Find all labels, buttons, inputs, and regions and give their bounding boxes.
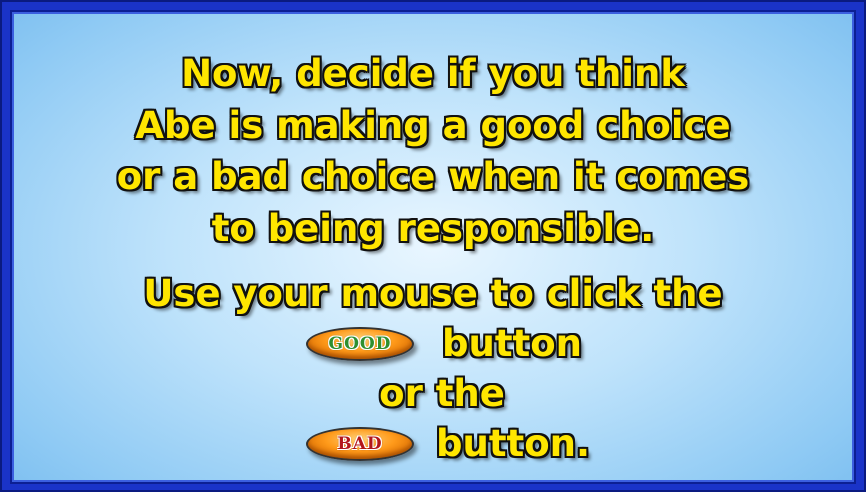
good-button-label: GOOD — [328, 333, 392, 354]
bad-button[interactable]: BAD — [306, 427, 414, 461]
good-button-caption: button — [442, 322, 582, 365]
instruction-line-2: Abe is making a good choice — [135, 104, 731, 147]
instruction-line-1: Now, decide if you think — [181, 52, 685, 95]
click-instruction: Use your mouse to click the — [143, 272, 723, 315]
outer-frame: Now, decide if you think Abe is making a… — [0, 0, 866, 492]
good-button[interactable]: GOOD — [306, 327, 414, 361]
bad-button-caption: button. — [436, 422, 591, 465]
instruction-line-4: to being responsible. — [211, 207, 655, 250]
instruction-line-3: or a bad choice when it comes — [116, 155, 750, 198]
or-the-text: or the — [379, 372, 505, 415]
good-button-row: GOOD button — [306, 320, 582, 368]
bad-button-row: BAD button. — [306, 420, 590, 468]
bad-button-label: BAD — [337, 433, 383, 454]
content-panel: Now, decide if you think Abe is making a… — [10, 10, 856, 484]
